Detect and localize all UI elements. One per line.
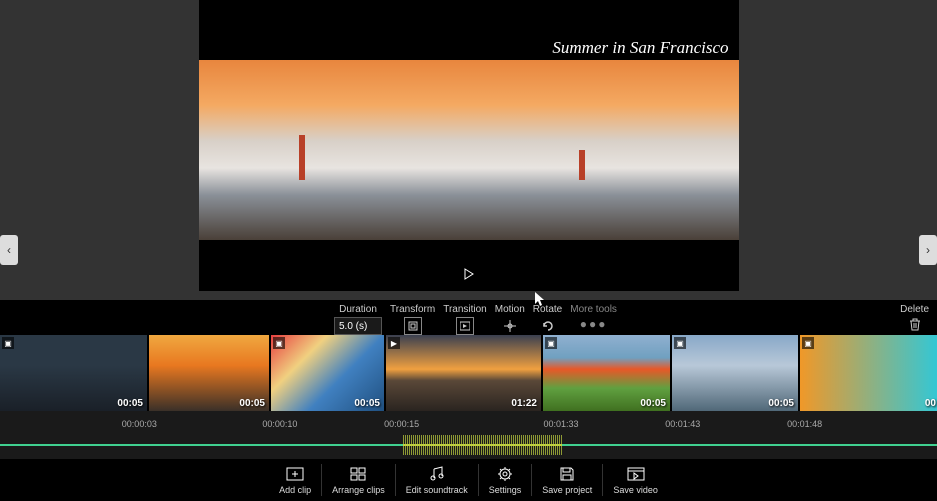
settings-button[interactable]: Settings	[479, 464, 533, 496]
time-mark: 00:00:03	[122, 419, 157, 429]
save-icon	[559, 466, 575, 482]
preview-frame: Summer in San Francisco	[199, 0, 739, 291]
arrange-clips-button[interactable]: Arrange clips	[322, 464, 396, 496]
gear-icon	[497, 466, 513, 482]
clip-duration: 00:05	[640, 398, 666, 409]
clip-item[interactable]: ▶ 01:22	[386, 335, 541, 411]
clip-item[interactable]: ▣ 00:05	[672, 335, 798, 411]
save-video-label: Save video	[613, 485, 658, 495]
image-icon: ▣	[674, 337, 686, 349]
clip-item[interactable]: ▣ 00	[800, 335, 937, 411]
clip-duration: 00:05	[117, 398, 143, 409]
clip-duration: 00	[925, 398, 936, 409]
preview-area: Summer in San Francisco ‹ ›	[0, 0, 937, 300]
duration-group: Duration	[334, 304, 382, 335]
delete-label: Delete	[900, 304, 929, 315]
clip-item[interactable]: ▣ 00:05	[0, 335, 147, 411]
delete-button[interactable]	[908, 317, 922, 334]
image-icon: ▣	[545, 337, 557, 349]
audio-waveform[interactable]	[0, 435, 937, 455]
save-project-button[interactable]: Save project	[532, 464, 603, 496]
time-mark: 00:00:10	[262, 419, 297, 429]
clip-item[interactable]: 00:05	[149, 335, 269, 411]
timeline[interactable]: 00:00:03 00:00:10 00:00:15 00:01:33 00:01:43…	[0, 411, 937, 459]
image-icon: ▣	[802, 337, 814, 349]
clip-duration: 00:05	[768, 398, 794, 409]
save-video-button[interactable]: Save video	[603, 464, 668, 496]
duration-label: Duration	[339, 304, 377, 315]
transition-icon	[460, 321, 470, 331]
add-clip-icon	[286, 467, 304, 481]
edit-soundtrack-button[interactable]: Edit soundtrack	[396, 464, 479, 496]
time-mark: 00:01:48	[787, 419, 822, 429]
more-tools-group: More tools ●●●	[570, 304, 617, 331]
music-icon	[429, 466, 445, 482]
title-overlay: Summer in San Francisco	[552, 38, 728, 58]
play-button[interactable]	[463, 268, 475, 283]
arrange-label: Arrange clips	[332, 485, 385, 495]
trash-icon	[908, 317, 922, 331]
transform-button[interactable]	[404, 317, 422, 335]
transition-button[interactable]	[456, 317, 474, 335]
grid-icon	[350, 467, 366, 481]
rotate-button[interactable]	[539, 317, 557, 335]
transition-group: Transition	[443, 304, 487, 335]
next-arrow[interactable]: ›	[919, 235, 937, 265]
delete-group: Delete	[900, 304, 929, 334]
prev-arrow[interactable]: ‹	[0, 235, 18, 265]
play-icon	[463, 268, 475, 280]
clips-strip[interactable]: ▣ 00:05 00:05 ▣ 00:05 ▶ 01:22 ▣ 00:05 ▣ …	[0, 335, 937, 411]
soundtrack-label: Edit soundtrack	[406, 485, 468, 495]
clip-duration: 00:05	[239, 398, 265, 409]
transition-label: Transition	[443, 304, 487, 315]
add-clip-label: Add clip	[279, 485, 311, 495]
motion-label: Motion	[495, 304, 525, 315]
clip-toolbar: Duration Transform Transition Motion Rot…	[0, 300, 937, 335]
transform-group: Transform	[390, 304, 435, 335]
time-ruler: 00:00:03 00:00:10 00:00:15 00:01:33 00:01:43…	[0, 419, 937, 431]
save-project-label: Save project	[542, 485, 592, 495]
time-mark: 00:01:43	[665, 419, 700, 429]
clip-duration: 00:05	[354, 398, 380, 409]
preview-image	[199, 60, 739, 240]
more-tools-label: More tools	[570, 304, 617, 315]
motion-icon	[503, 319, 517, 333]
image-icon: ▣	[273, 337, 285, 349]
settings-label: Settings	[489, 485, 522, 495]
bottom-toolbar: Add clip Arrange clips Edit soundtrack S…	[0, 459, 937, 501]
transform-icon	[408, 321, 418, 331]
export-video-icon	[627, 467, 645, 481]
add-clip-button[interactable]: Add clip	[269, 464, 322, 496]
clip-duration: 01:22	[511, 398, 537, 409]
time-mark: 00:01:33	[543, 419, 578, 429]
clip-item[interactable]: ▣ 00:05	[271, 335, 384, 411]
rotate-icon	[541, 319, 555, 333]
rotate-group: Rotate	[533, 304, 562, 335]
more-tools-button[interactable]: ●●●	[580, 317, 608, 331]
duration-input[interactable]	[334, 317, 382, 335]
clip-item[interactable]: ▣ 00:05	[543, 335, 670, 411]
time-mark: 00:00:15	[384, 419, 419, 429]
motion-group: Motion	[495, 304, 525, 335]
transform-label: Transform	[390, 304, 435, 315]
motion-button[interactable]	[501, 317, 519, 335]
video-icon: ▶	[388, 337, 400, 349]
rotate-label: Rotate	[533, 304, 562, 315]
image-icon: ▣	[2, 337, 14, 349]
